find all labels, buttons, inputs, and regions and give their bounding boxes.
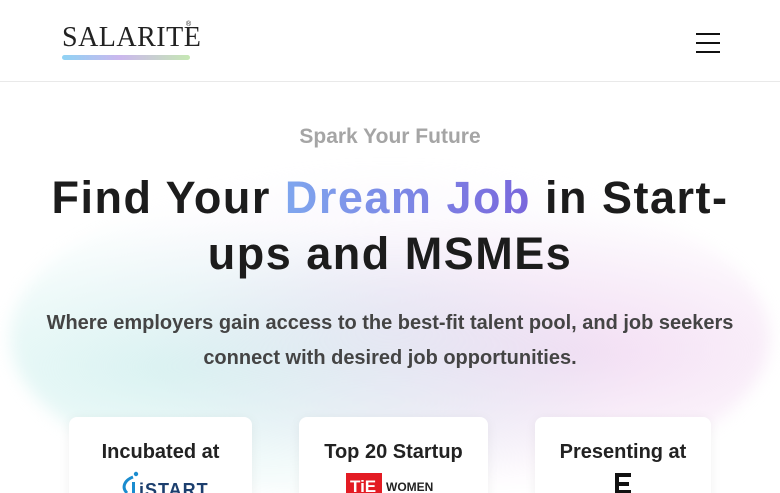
incubated-card: Incubated at iSTART — [69, 417, 252, 493]
event-logo — [535, 469, 711, 493]
card-title: Presenting at — [559, 441, 687, 463]
presenting-card: Presenting at — [535, 417, 711, 493]
svg-text:TiE: TiE — [350, 477, 376, 493]
top-startup-card: Top 20 Startup TiE WOMEN — [299, 417, 488, 493]
card-title: Incubated at — [101, 441, 220, 463]
menu-line — [696, 33, 720, 35]
tie-logo-text: WOMEN — [386, 480, 433, 493]
hero-eyebrow: Spark Your Future — [299, 125, 481, 148]
site-header: SALARITE ® — [0, 0, 780, 82]
logo-wordmark: SALARITE — [62, 22, 202, 53]
tie-women-logo: TiE WOMEN — [299, 469, 488, 493]
logo-gradient-bar — [62, 55, 190, 60]
menu-line — [696, 51, 720, 53]
headline-highlight: Dream Job — [284, 172, 531, 223]
menu-line — [696, 42, 720, 44]
logo-registered-mark: ® — [186, 21, 192, 28]
hero-headline: Find Your Dream Job in Start-ups and MSM… — [20, 170, 760, 282]
headline-part1: Find Your — [51, 172, 285, 223]
hamburger-menu-icon[interactable] — [696, 31, 720, 53]
istart-logo: iSTART — [69, 469, 252, 493]
hero-tagline: Where employers gain access to the best-… — [46, 312, 734, 369]
card-title: Top 20 Startup — [324, 441, 463, 463]
istart-logo-text: iSTART — [139, 480, 209, 493]
hero-section: Spark Your Future Find Your Dream Job in… — [0, 82, 780, 493]
salarite-logo[interactable]: SALARITE ® — [62, 21, 201, 62]
